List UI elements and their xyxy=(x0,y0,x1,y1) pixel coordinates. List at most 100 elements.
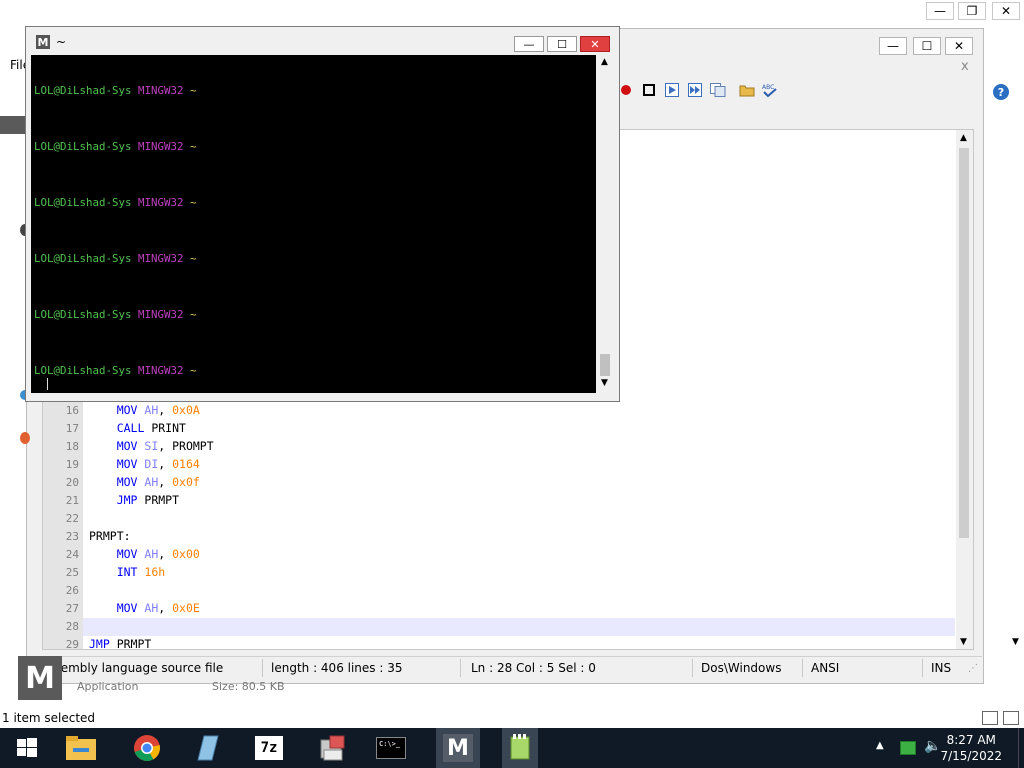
line-number: 20 xyxy=(65,476,79,489)
code-line: INT 16h xyxy=(89,565,166,579)
open-folder-icon[interactable] xyxy=(738,81,756,99)
npp-minimize-button[interactable]: — xyxy=(879,37,907,55)
terminal-close-button[interactable]: ✕ xyxy=(580,36,610,52)
terminal-line: email-ca-bundle.pem objsign-ca-bundle.pe… xyxy=(34,280,444,293)
help-icon[interactable]: ? xyxy=(993,84,1009,100)
resize-grip-icon[interactable]: ⋰ xyxy=(968,663,978,674)
terminal-output[interactable]: email-ca-bundle.pem objsign-ca-bundle.pe… xyxy=(31,55,596,393)
file-explorer-taskbar-icon[interactable] xyxy=(64,732,98,764)
terminal-line: email-ca-bundle.pem objsign-ca-bundle.pe… xyxy=(34,168,444,181)
notepad-taskbar-icon[interactable] xyxy=(190,732,224,764)
clock-time: 8:27 AM xyxy=(946,733,996,747)
mingw-terminal-window: M ~ — ☐ ✕ email-ca-bundle.pem objsign-ca… xyxy=(25,26,620,402)
explorer-app-type: Application xyxy=(77,680,139,693)
explorer-app-logo-icon: M xyxy=(18,656,62,700)
current-line-highlight xyxy=(83,618,955,636)
explorer-app-size: Size: 80.5 KB xyxy=(212,680,285,693)
terminal-line: # cp -f /etc/pki/ca-trust/extracted/pem/… xyxy=(34,154,483,167)
line-number: 19 xyxy=(65,458,79,471)
line-number: 23 xyxy=(65,530,79,543)
line-number: 17 xyxy=(65,422,79,435)
explorer-icon-3 xyxy=(20,432,30,444)
editor-vertical-scrollbar[interactable]: ▲ xyxy=(956,130,973,649)
7zip-taskbar-icon[interactable]: 7z xyxy=(252,732,286,764)
fast-forward-macro-icon[interactable] xyxy=(686,81,704,99)
code-line: MOV SI, PROMPT xyxy=(89,439,214,453)
terminal-line: # cp -f /etc/pki/ca-trust/extracted/pem/… xyxy=(34,322,555,335)
msys-taskbar-icon[interactable]: M xyxy=(436,728,480,768)
code-line: MOV AH, 0x0A xyxy=(89,403,200,417)
line-number: 18 xyxy=(65,440,79,453)
outer-scroll-down-arrow[interactable]: ▼ xyxy=(1012,637,1019,647)
code-line: MOV AH, 0x00 xyxy=(89,547,200,561)
terminal-maximize-button[interactable]: ☐ xyxy=(547,36,577,52)
volume-tray-icon[interactable]: 🔈 xyxy=(924,738,941,754)
notepadpp-taskbar-icon[interactable] xyxy=(502,728,538,768)
terminal-scroll-thumb[interactable] xyxy=(600,354,610,376)
code-line: MOV DI, 0164 xyxy=(89,457,200,471)
terminal-scroll-up-arrow[interactable]: ▲ xyxy=(601,57,608,67)
line-number: 28 xyxy=(65,620,79,633)
line-number: 22 xyxy=(65,512,79,525)
terminal-title: ~ xyxy=(56,35,67,49)
stop-macro-icon[interactable] xyxy=(640,81,658,99)
code-line: JMP PRMPT xyxy=(89,637,152,650)
status-length: length : 406 lines : 35 xyxy=(271,661,403,675)
save-macro-icon[interactable] xyxy=(709,81,727,99)
status-mode: INS xyxy=(931,661,952,675)
mouse-ibeam-cursor-icon: I xyxy=(288,345,297,361)
terminal-line: LOL@DiLshad-Sys MINGW32 ~ xyxy=(34,252,197,265)
terminal-line: le.crt xyxy=(34,336,74,349)
npp-close-button[interactable]: ✕ xyxy=(945,37,973,55)
terminal-line: LOL@DiLshad-Sys MINGW32 ~ xyxy=(34,364,197,377)
line-number: 26 xyxy=(65,584,79,597)
explorer-side-dark xyxy=(0,116,26,134)
installer-taskbar-icon[interactable] xyxy=(316,732,350,764)
code-line: CALL PRINT xyxy=(89,421,186,435)
npp-status-bar: Assembly language source file length : 4… xyxy=(30,656,982,679)
terminal-line: LOL@DiLshad-Sys MINGW32 ~ xyxy=(34,84,197,97)
line-number: 27 xyxy=(65,602,79,615)
outer-restore-button[interactable]: ❐ xyxy=(958,2,986,20)
line-number: 25 xyxy=(65,566,79,579)
terminal-line: # xyxy=(34,378,48,391)
details-view-icon[interactable] xyxy=(982,711,998,725)
terminal-line: email-ca-bundle.pem objsign-ca-bundle.pe… xyxy=(34,224,444,237)
tray-overflow-chevron-icon[interactable]: ▲ xyxy=(876,740,884,751)
line-number: 24 xyxy=(65,548,79,561)
terminal-scrollbar[interactable]: ▲ ▼ xyxy=(597,55,614,393)
outer-minimize-button[interactable]: — xyxy=(926,2,954,20)
terminal-minimize-button[interactable]: — xyxy=(514,36,544,52)
status-position: Ln : 28 Col : 5 Sel : 0 xyxy=(471,661,596,675)
clock-date: 7/15/2022 xyxy=(940,749,1002,763)
terminal-scroll-down-arrow[interactable]: ▼ xyxy=(601,378,608,388)
outer-close-button[interactable]: ✕ xyxy=(992,2,1020,20)
line-number: 16 xyxy=(65,404,79,417)
npp-maximize-button[interactable]: ☐ xyxy=(913,37,941,55)
code-line: MOV AH, 0x0f xyxy=(89,475,200,489)
status-eol: Dos\Windows xyxy=(701,661,782,675)
terminal-line: LOL@DiLshad-Sys MINGW32 ~ xyxy=(34,308,197,321)
show-desktop-button[interactable] xyxy=(1018,728,1024,768)
chrome-taskbar-icon[interactable] xyxy=(130,732,164,764)
cmd-taskbar-icon[interactable]: C:\>_ xyxy=(374,732,408,764)
editor-scroll-thumb[interactable] xyxy=(959,148,969,538)
terminal-line: # cp -f /etc/pki/ca-trust/extracted/pem/… xyxy=(34,98,483,111)
play-macro-icon[interactable] xyxy=(663,81,681,99)
code-line: PRMPT: xyxy=(89,529,131,543)
start-button[interactable] xyxy=(10,732,44,764)
scroll-down-arrow[interactable]: ▼ xyxy=(960,637,967,647)
code-line: JMP PRMPT xyxy=(89,493,180,507)
terminal-line: email-ca-bundle.pem objsign-ca-bundle.pe… xyxy=(34,56,444,69)
windows-taskbar: 7z C:\>_ M ▲ 🔈 8:27 AM 7/15/2022 xyxy=(0,728,1024,768)
terminal-line: LOL@DiLshad-Sys MINGW32 ~ xyxy=(34,196,197,209)
npp-tab-close-button[interactable]: x xyxy=(961,59,969,74)
spell-check-icon[interactable]: ABC xyxy=(761,81,779,99)
taskbar-clock[interactable]: 8:27 AM 7/15/2022 xyxy=(940,732,1002,764)
terminal-title-bar: M ~ xyxy=(36,35,66,49)
terminal-line: LOL@DiLshad-Sys MINGW32 ~ xyxy=(34,140,197,153)
scroll-up-arrow[interactable]: ▲ xyxy=(960,133,967,143)
mintty-logo-icon: M xyxy=(36,35,50,49)
network-tray-icon[interactable] xyxy=(900,741,916,755)
large-icons-view-icon[interactable] xyxy=(1003,711,1019,725)
